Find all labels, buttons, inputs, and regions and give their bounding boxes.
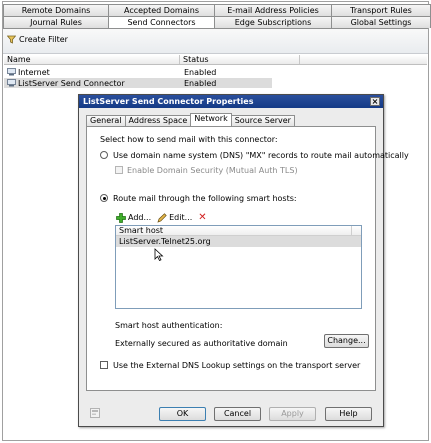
smart-host-row[interactable]: ListServer.Telnet25.org (116, 236, 361, 247)
dialog-help-icon (90, 408, 100, 418)
tab-send-connectors[interactable]: Send Connectors (108, 16, 215, 28)
edit-label: Edit... (169, 213, 193, 222)
smart-host-toolbar: Add... Edit... ✕ (116, 212, 207, 223)
tab-network[interactable]: Network (190, 113, 232, 126)
tab-general[interactable]: General (86, 115, 126, 126)
smart-host-label: Route mail through the following smart h… (113, 194, 297, 203)
smart-host-auth-label: Smart host authentication: (115, 321, 223, 330)
send-connector-icon (7, 68, 16, 76)
smart-host-list[interactable]: Smart host ListServer.Telnet25.org (115, 225, 362, 309)
connector-name: Internet (18, 67, 50, 77)
create-filter-label: Create Filter (19, 35, 68, 44)
smart-host-list-header: Smart host (116, 226, 361, 236)
tab-row-2: Journal Rules Send Connectors Edge Subsc… (3, 16, 431, 28)
add-icon (116, 212, 126, 223)
network-tab-panel: Select how to send mail with this connec… (86, 126, 409, 391)
ok-button[interactable]: OK (159, 407, 206, 421)
dns-mx-label: Use domain name system (DNS) "MX" record… (113, 151, 409, 160)
domain-security-label: Enable Domain Security (Mutual Auth TLS) (127, 166, 298, 175)
help-button[interactable]: Help (325, 407, 372, 421)
tab-journal-rules[interactable]: Journal Rules (3, 16, 109, 28)
cancel-button[interactable]: Cancel (214, 407, 261, 421)
change-button[interactable]: Change... (324, 334, 369, 348)
column-name[interactable]: Name (4, 55, 180, 64)
edit-button[interactable]: Edit... (157, 212, 193, 223)
properties-dialog: ListServer Send Connector Properties × G… (78, 94, 409, 427)
tab-source-server[interactable]: Source Server (230, 115, 295, 126)
column-status[interactable]: Status (180, 55, 300, 64)
connector-row-internet[interactable]: Internet Enabled (4, 67, 304, 77)
select-method-label: Select how to send mail with this connec… (100, 135, 278, 144)
close-button[interactable]: × (370, 97, 380, 106)
close-icon: × (371, 97, 379, 106)
dialog-tabs: General Address Space Network Source Ser… (86, 113, 295, 126)
connector-row-listserver[interactable]: ListServer Send Connector Enabled (4, 78, 272, 88)
connector-status: Enabled (184, 67, 217, 77)
remove-button[interactable]: ✕ (198, 211, 207, 223)
mouse-cursor-icon (154, 248, 164, 262)
external-dns-label: Use the External DNS Lookup settings on … (113, 361, 361, 370)
add-label: Add... (128, 213, 152, 222)
tab-global-settings[interactable]: Global Settings (331, 16, 431, 28)
tab-remote-domains[interactable]: Remote Domains (3, 4, 109, 16)
connector-name: ListServer Send Connector (18, 78, 125, 88)
external-dns-checkbox[interactable] (100, 361, 108, 369)
smart-host-radio[interactable] (100, 194, 108, 202)
dialog-title-bar[interactable]: ListServer Send Connector Properties (79, 95, 383, 108)
column-smart-host[interactable]: Smart host (116, 226, 352, 235)
action-bar: Create Filter (3, 29, 428, 54)
add-button[interactable]: Add... (116, 212, 152, 223)
dns-mx-radio[interactable] (100, 151, 108, 159)
smart-host-auth-value: Externally secured as authoritative doma… (115, 339, 288, 348)
dialog-title: ListServer Send Connector Properties (83, 97, 254, 106)
tab-transport-rules[interactable]: Transport Rules (331, 4, 431, 16)
tab-email-address-policies[interactable]: E-mail Address Policies (214, 4, 332, 16)
pencil-icon (157, 212, 167, 223)
delete-icon: ✕ (198, 211, 207, 223)
tab-address-space[interactable]: Address Space (124, 115, 192, 126)
connector-list-header: Name Status (4, 55, 427, 65)
domain-security-checkbox[interactable] (115, 166, 123, 174)
tab-row-1: Remote Domains Accepted Domains E-mail A… (3, 4, 431, 16)
send-connector-icon (7, 79, 16, 87)
filter-icon (7, 35, 16, 44)
tab-edge-subscriptions[interactable]: Edge Subscriptions (214, 16, 332, 28)
tab-accepted-domains[interactable]: Accepted Domains (108, 4, 215, 16)
apply-button[interactable]: Apply (269, 407, 316, 421)
create-filter-button[interactable]: Create Filter (7, 35, 68, 44)
connector-status: Enabled (184, 78, 217, 88)
